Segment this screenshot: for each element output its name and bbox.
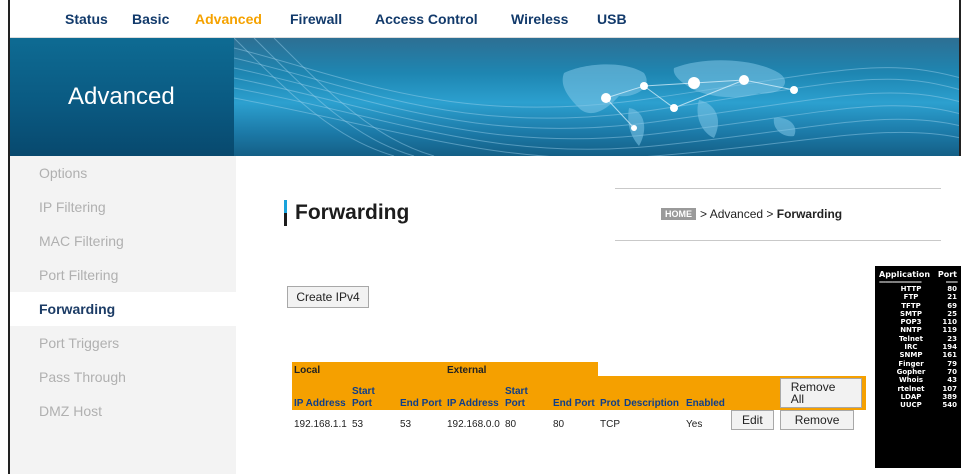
port-entry: TFTP 69	[901, 301, 957, 310]
sidebar-item-options[interactable]: Options	[10, 156, 236, 190]
create-ipv4-button[interactable]: Create IPv4	[287, 286, 369, 308]
remove-all-button[interactable]: Remove All	[779, 378, 862, 408]
nav-wireless[interactable]: Wireless	[511, 11, 568, 27]
main-content: Forwarding HOME > Advanced > Forwarding C…	[236, 156, 961, 474]
sidebar-item-port-filtering[interactable]: Port Filtering	[10, 258, 236, 292]
section-banner: Advanced	[10, 38, 959, 156]
sidebar-item-port-triggers[interactable]: Port Triggers	[10, 326, 236, 360]
col-ext-ip: IP Address	[445, 376, 503, 410]
network-world-map-icon	[233, 38, 959, 156]
nav-status[interactable]: Status	[65, 11, 108, 27]
port-entry: Whois 43	[898, 376, 957, 385]
title-accent-bar	[284, 200, 287, 226]
cell-protocol: TCP	[598, 410, 622, 430]
breadcrumb-parent[interactable]: Advanced	[710, 207, 763, 221]
group-spacer	[598, 362, 866, 376]
col-enabled: Enabled	[684, 376, 729, 410]
col-ext-start-port: Start Port	[503, 376, 551, 410]
sidebar-item-dmz-host[interactable]: DMZ Host	[10, 394, 236, 428]
sidebar-menu: Options IP Filtering MAC Filtering Port …	[10, 156, 236, 474]
divider-top	[615, 188, 941, 189]
remove-button[interactable]: Remove	[779, 410, 855, 430]
table-row: 192.168.1.1 53 53 192.168.0.0 80 80 TCP …	[292, 410, 866, 430]
port-entry: NNTP 119	[900, 326, 957, 335]
nav-access-control[interactable]: Access Control	[375, 11, 478, 27]
col-local-end-port: End Port	[398, 376, 445, 410]
nav-usb[interactable]: USB	[597, 11, 627, 27]
cell-ext-ip: 192.168.0.0	[445, 410, 503, 430]
group-header-row: Local External	[292, 362, 866, 376]
col-protocol: Prot	[598, 376, 622, 410]
cell-ext-start-port: 80	[503, 410, 551, 430]
port-entry: IRC 194	[904, 343, 957, 352]
home-icon[interactable]: HOME	[661, 208, 696, 220]
forwarding-table: Local External IP Address Start Port End…	[292, 362, 866, 430]
col-ext-end-port: End Port	[551, 376, 598, 410]
sidebar-item-ip-filtering[interactable]: IP Filtering	[10, 190, 236, 224]
col-description: Description	[622, 376, 684, 410]
cell-remove: Remove	[775, 410, 866, 430]
router-admin-page: Status Basic Advanced Firewall Access Co…	[8, 0, 961, 474]
port-entry: rtelnet 107	[897, 384, 957, 393]
port-entry: HTTP 80	[900, 285, 957, 293]
sidebar-item-forwarding[interactable]: Forwarding	[10, 292, 236, 326]
port-entry: Telnet 23	[898, 334, 957, 343]
sidebar-item-pass-through[interactable]: Pass Through	[10, 360, 236, 394]
port-entry: Finger 79	[898, 359, 957, 368]
page-title: Forwarding	[295, 201, 410, 224]
top-navigation: Status Basic Advanced Firewall Access Co…	[10, 0, 959, 38]
nav-firewall[interactable]: Firewall	[290, 11, 342, 27]
group-external: External	[445, 362, 598, 376]
divider-bottom	[615, 240, 941, 241]
cell-enabled: Yes	[684, 410, 729, 430]
nav-advanced[interactable]: Advanced	[195, 11, 262, 27]
banner-title-panel: Advanced	[10, 38, 234, 156]
cell-edit: Edit	[729, 410, 776, 430]
port-entry: FTP 21	[903, 293, 957, 302]
cell-local-ip: 192.168.1.1	[292, 410, 350, 430]
breadcrumb-current: Forwarding	[776, 207, 843, 221]
breadcrumb-separator: >	[700, 207, 708, 221]
world-map-graphic	[233, 38, 959, 156]
cell-local-start-port: 53	[350, 410, 398, 430]
banner-title: Advanced	[68, 83, 175, 110]
port-reference-panel: Application Port ---------------------- -…	[875, 266, 961, 468]
nav-basic[interactable]: Basic	[132, 11, 169, 27]
port-entry: UUCP 540	[900, 401, 957, 410]
col-remove-all: Remove All	[775, 376, 866, 410]
port-entry: Gopher 70	[896, 367, 957, 376]
edit-button[interactable]: Edit	[731, 410, 774, 430]
port-entry: SMTP 25	[900, 309, 957, 318]
port-entry: POP3 110	[900, 318, 957, 327]
group-local: Local	[292, 362, 445, 376]
cell-local-end-port: 53	[398, 410, 445, 430]
cell-description	[622, 410, 684, 430]
cell-ext-end-port: 80	[551, 410, 598, 430]
sidebar-item-mac-filtering[interactable]: MAC Filtering	[10, 224, 236, 258]
port-entry: SNMP 161	[899, 351, 958, 360]
port-entry: LDAP 389	[900, 392, 957, 401]
col-local-start-port: Start Port	[350, 376, 398, 410]
col-edit-spacer	[729, 376, 776, 410]
breadcrumb: HOME > Advanced > Forwarding	[661, 207, 842, 221]
column-header-row: IP Address Start Port End Port IP Addres…	[292, 376, 866, 410]
breadcrumb-separator-2: >	[766, 207, 774, 221]
col-local-ip: IP Address	[292, 376, 350, 410]
